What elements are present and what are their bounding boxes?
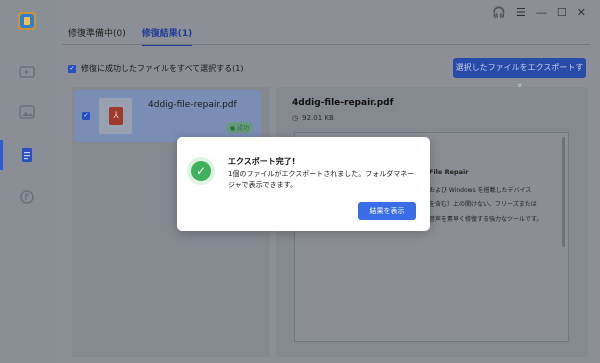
- tab-repair-pending[interactable]: 修復準備中(0): [68, 26, 126, 46]
- select-all-row: ✓ 修復に成功したファイルをすべて選択する(1): [68, 63, 243, 74]
- image-icon[interactable]: [18, 103, 36, 121]
- preview-text-line: 音声を素早く修復する強力なツールです。: [429, 216, 543, 223]
- minimize-icon[interactable]: —: [536, 6, 547, 19]
- file-name: 4ddig-file-repair.pdf: [148, 100, 237, 110]
- file-checkbox[interactable]: ✓: [82, 112, 90, 120]
- export-complete-dialog: ✓ エクスポート完了! 1個のファイルがエクスポートされました。フォルダマネージ…: [177, 137, 430, 231]
- preview-file-name: 4ddig-file-repair.pdf: [292, 98, 394, 108]
- document-icon[interactable]: [18, 146, 36, 164]
- success-icon: ✓: [187, 157, 215, 185]
- preview-text-line: File Repair: [429, 168, 469, 176]
- tab-divider: [62, 44, 590, 45]
- list-item[interactable]: ✓ ⅄ 4ddig-file-repair.pdf ● 成功: [74, 90, 261, 142]
- checkmark-icon: ✓: [191, 161, 211, 181]
- preview-file-size: 92.01 KB: [302, 114, 334, 122]
- tab-repair-results[interactable]: 修復結果(1): [141, 26, 193, 46]
- video-icon[interactable]: [18, 63, 36, 81]
- dialog-title: エクスポート完了!: [228, 157, 296, 166]
- sidebar: [0, 0, 54, 363]
- window-controls: 🎧 ☰ — ☐ ✕: [492, 6, 586, 19]
- app-window: 🎧 ☰ — ☐ ✕ 修復準備中(0) 修復結果(1) ✓ 修復に成功したファイル…: [0, 0, 600, 363]
- clock-icon: ◷: [292, 114, 299, 122]
- status-badge: ● 成功: [225, 122, 253, 133]
- select-all-checkbox[interactable]: ✓: [68, 64, 76, 73]
- audio-icon[interactable]: [18, 188, 36, 206]
- show-results-button[interactable]: 結果を表示: [358, 202, 416, 220]
- preview-file-size-row: ◷ 92.01 KB: [292, 114, 334, 122]
- preview-scrollbar[interactable]: [562, 137, 565, 247]
- select-all-label: 修復に成功したファイルをすべて選択する(1): [81, 64, 244, 73]
- preview-text-line: および Windows を搭載したデバイス: [429, 187, 532, 194]
- preview-text-line: を含む）上の開けない、フリーズまたは: [429, 201, 537, 208]
- sidebar-active-indicator: [0, 140, 3, 170]
- pdf-icon: ⅄: [109, 107, 123, 125]
- app-logo-icon: [18, 12, 36, 30]
- menu-icon[interactable]: ☰: [516, 6, 526, 19]
- headset-icon[interactable]: 🎧: [492, 6, 506, 19]
- file-thumbnail: ⅄: [99, 98, 132, 134]
- dialog-message: 1個のファイルがエクスポートされました。フォルダマネージャで表示できます。: [228, 170, 415, 189]
- close-icon[interactable]: ✕: [577, 6, 586, 19]
- maximize-icon[interactable]: ☐: [557, 6, 567, 19]
- tab-bar: 修復準備中(0) 修復結果(1): [68, 26, 193, 46]
- export-selected-button[interactable]: 選択したファイルをエクスポートする: [453, 58, 586, 92]
